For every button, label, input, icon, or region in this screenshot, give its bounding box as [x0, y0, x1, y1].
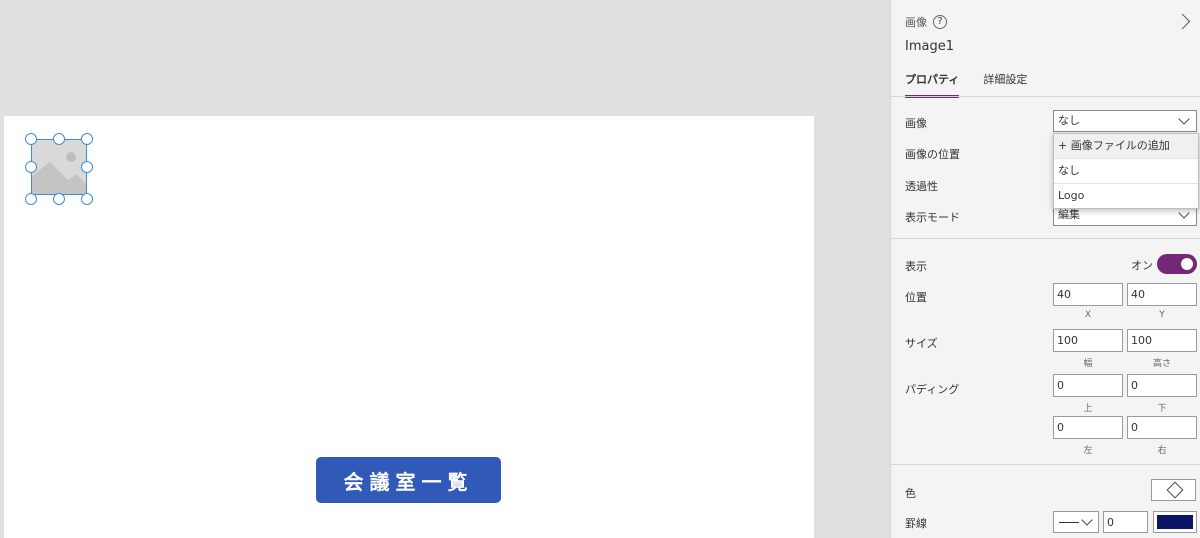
padding-bottom-caption: 下 — [1157, 404, 1167, 414]
paint-bucket-icon — [1166, 481, 1184, 499]
border-label: 罫線 — [905, 517, 927, 530]
tab-advanced[interactable]: 詳細設定 — [983, 71, 1027, 98]
image-select-value: なし — [1058, 114, 1080, 127]
resize-handle-top[interactable] — [53, 133, 65, 145]
control-name[interactable]: Image1 — [905, 39, 954, 54]
size-height-input[interactable]: 100 — [1127, 329, 1197, 352]
image-placeholder-icon[interactable] — [31, 139, 87, 195]
size-width-caption: 幅 — [1083, 359, 1093, 369]
app-screen[interactable]: 会議室一覧 — [4, 116, 814, 538]
tab-properties[interactable]: プロパティ — [905, 71, 960, 98]
resize-handle-top-right[interactable] — [81, 133, 93, 145]
help-icon[interactable]: ? — [933, 15, 947, 29]
image-control[interactable] — [25, 133, 93, 205]
padding-right-input[interactable]: 0 — [1127, 416, 1197, 439]
image-position-label: 画像の位置 — [905, 148, 960, 161]
color-picker-button[interactable] — [1151, 479, 1196, 501]
border-color-picker[interactable] — [1153, 511, 1197, 533]
resize-handle-left[interactable] — [25, 161, 37, 173]
display-mode-value: 編集 — [1058, 208, 1080, 221]
position-x-caption: X — [1084, 310, 1092, 320]
divider — [891, 464, 1200, 465]
chevron-down-icon — [1178, 207, 1190, 219]
position-y-input[interactable]: 40 — [1127, 283, 1197, 306]
padding-top-caption: 上 — [1083, 404, 1093, 414]
position-x-input[interactable]: 40 — [1053, 283, 1123, 306]
image-dropdown-list: + 画像ファイルの追加 なし Logo — [1053, 133, 1199, 209]
resize-handle-bottom-left[interactable] — [25, 193, 37, 205]
panel-tabs: プロパティ 詳細設定 — [905, 71, 1027, 98]
divider — [891, 96, 1200, 97]
dropdown-option-logo[interactable]: Logo — [1054, 184, 1198, 208]
size-height-caption: 高さ — [1152, 359, 1171, 369]
padding-top-input[interactable]: 0 — [1053, 374, 1123, 397]
padding-right-caption: 右 — [1157, 446, 1167, 456]
padding-left-input[interactable]: 0 — [1053, 416, 1123, 439]
dropdown-option-add-file[interactable]: + 画像ファイルの追加 — [1054, 134, 1198, 159]
size-label: サイズ — [905, 337, 938, 350]
color-label: 色 — [905, 487, 916, 500]
border-style-select[interactable] — [1053, 511, 1099, 533]
image-select[interactable]: なし — [1053, 110, 1197, 132]
padding-bottom-input[interactable]: 0 — [1127, 374, 1197, 397]
border-color-swatch — [1157, 515, 1193, 529]
position-label: 位置 — [905, 291, 927, 304]
visible-toggle[interactable] — [1157, 254, 1197, 274]
padding-label: パディング — [905, 383, 960, 396]
display-mode-label: 表示モード — [905, 211, 960, 224]
chevron-down-icon — [1178, 113, 1190, 125]
resize-handle-top-left[interactable] — [25, 133, 37, 145]
chevron-down-icon — [1081, 514, 1093, 526]
image-label: 画像 — [905, 117, 927, 130]
divider — [891, 238, 1200, 239]
control-type-header: 画像 ? — [905, 14, 947, 30]
properties-panel: 画像 ? Image1 プロパティ 詳細設定 画像 なし + 画像ファイルの追加… — [890, 0, 1200, 538]
line-style-icon — [1059, 522, 1079, 523]
size-width-input[interactable]: 100 — [1053, 329, 1123, 352]
resize-handle-bottom[interactable] — [53, 193, 65, 205]
position-y-caption: Y — [1159, 310, 1165, 320]
transparency-label: 透過性 — [905, 180, 938, 193]
border-width-input[interactable]: 0 — [1103, 511, 1148, 533]
dropdown-option-none[interactable]: なし — [1054, 159, 1198, 184]
title-button[interactable]: 会議室一覧 — [316, 457, 501, 503]
visible-toggle-text: オン — [1131, 259, 1153, 272]
padding-left-caption: 左 — [1083, 446, 1093, 456]
chevron-right-icon[interactable] — [1174, 13, 1191, 30]
resize-handle-right[interactable] — [81, 161, 93, 173]
resize-handle-bottom-right[interactable] — [81, 193, 93, 205]
visible-label: 表示 — [905, 260, 927, 273]
control-type-label: 画像 — [905, 16, 927, 29]
